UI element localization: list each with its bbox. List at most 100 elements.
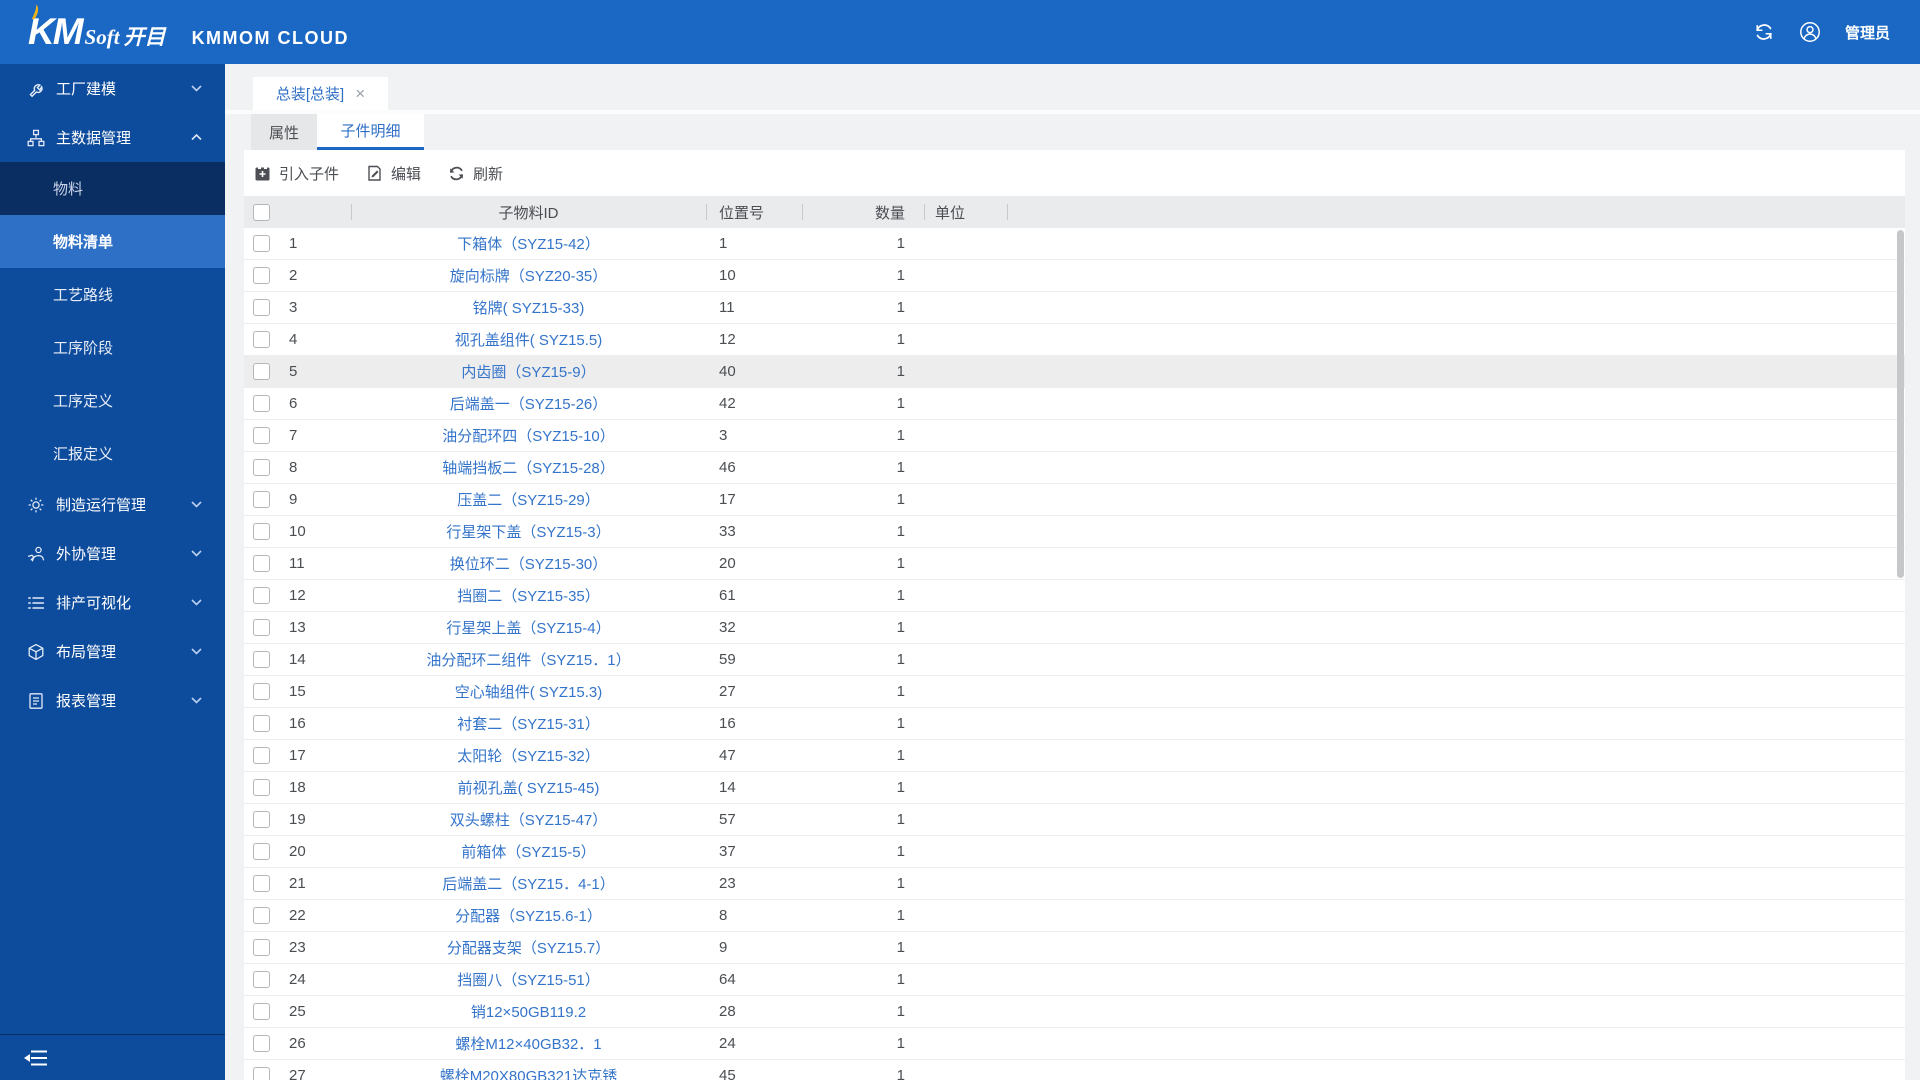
row-checkbox[interactable] (253, 267, 270, 284)
child-item-link[interactable]: 分配器支架（SYZ15.7） (447, 937, 610, 958)
position-number: 12 (719, 331, 736, 348)
child-item-link[interactable]: 螺栓M12×40GB32．1 (455, 1033, 601, 1054)
child-item-link[interactable]: 衬套二（SYZ15-31） (457, 713, 600, 734)
child-item-link[interactable]: 后端盖二（SYZ15．4-1） (442, 873, 615, 894)
select-all-checkbox[interactable] (253, 203, 270, 221)
sidebar-item-layout-management[interactable]: 布局管理 (0, 627, 225, 676)
child-item-link[interactable]: 前箱体（SYZ15-5） (461, 841, 595, 862)
row-number: 11 (289, 555, 305, 572)
row-checkbox[interactable] (253, 491, 270, 508)
row-checkbox[interactable] (253, 939, 270, 956)
row-checkbox[interactable] (253, 587, 270, 604)
row-checkbox[interactable] (253, 363, 270, 380)
row-checkbox[interactable] (253, 1035, 270, 1052)
table-row: 27 螺栓M20X80GB321达克锈 45 1 (244, 1060, 1905, 1080)
row-checkbox[interactable] (253, 523, 270, 540)
row-checkbox[interactable] (253, 907, 270, 924)
row-checkbox[interactable] (253, 971, 270, 988)
tab-child-detail[interactable]: 子件明细 (317, 114, 424, 150)
child-item-link[interactable]: 油分配环二组件（SYZ15．1） (426, 649, 630, 670)
sidebar-subitem-operation-definition[interactable]: 工序定义 (0, 374, 225, 427)
row-checkbox[interactable] (253, 235, 270, 252)
row-checkbox[interactable] (253, 459, 270, 476)
sidebar-subitem-process-stage[interactable]: 工序阶段 (0, 321, 225, 374)
row-checkbox[interactable] (253, 1067, 270, 1080)
child-item-link[interactable]: 内齿圈（SYZ15-9） (461, 361, 595, 382)
close-icon[interactable]: × (355, 85, 365, 102)
child-item-link[interactable]: 螺栓M20X80GB321达克锈 (440, 1065, 618, 1080)
row-checkbox[interactable] (253, 875, 270, 892)
child-item-link[interactable]: 行星架下盖（SYZ15-3） (446, 521, 610, 542)
current-user-label[interactable]: 管理员 (1845, 22, 1890, 43)
child-item-link[interactable]: 视孔盖组件( SYZ15.5) (455, 329, 603, 350)
child-item-link[interactable]: 换位环二（SYZ15-30） (450, 553, 608, 574)
child-item-link[interactable]: 分配器（SYZ15.6-1） (455, 905, 602, 926)
sidebar-subitem-material-bom[interactable]: 物料清单 (0, 215, 225, 268)
sidebar-item-master-data[interactable]: 主数据管理 (0, 113, 225, 162)
child-item-link[interactable]: 挡圈二（SYZ15-35） (457, 585, 600, 606)
unit-value (924, 676, 1007, 707)
quantity-value: 1 (896, 779, 905, 796)
child-item-link[interactable]: 双头螺柱（SYZ15-47） (450, 809, 608, 830)
row-checkbox[interactable] (253, 555, 270, 572)
quantity-value: 1 (896, 1003, 905, 1020)
row-filler (1007, 964, 1905, 995)
row-checkbox[interactable] (253, 395, 270, 412)
row-checkbox[interactable] (253, 331, 270, 348)
scrollbar-thumb[interactable] (1897, 230, 1904, 578)
row-checkbox[interactable] (253, 427, 270, 444)
sidebar-item-factory-modeling[interactable]: 工厂建模 (0, 64, 225, 113)
child-item-link[interactable]: 挡圈八（SYZ15-51） (457, 969, 600, 990)
collapse-sidebar-icon[interactable] (24, 1048, 48, 1068)
child-item-link[interactable]: 油分配环四（SYZ15-10） (442, 425, 615, 446)
child-item-link[interactable]: 空心轴组件( SYZ15.3) (455, 681, 603, 702)
report-doc-icon (29, 692, 43, 709)
sidebar-subitem-report-definition[interactable]: 汇报定义 (0, 427, 225, 480)
child-item-link[interactable]: 压盖二（SYZ15-29） (457, 489, 600, 510)
refresh-button[interactable]: 刷新 (448, 163, 503, 184)
user-avatar-icon[interactable] (1799, 21, 1821, 43)
sidebar-item-manufacturing-ops[interactable]: 制造运行管理 (0, 480, 225, 529)
row-checkbox[interactable] (253, 779, 270, 796)
child-item-link[interactable]: 轴端挡板二（SYZ15-28） (442, 457, 615, 478)
sidebar-subitem-process-route[interactable]: 工艺路线 (0, 268, 225, 321)
document-tab-assembly[interactable]: 总装[总装] × (253, 77, 388, 110)
child-item-link[interactable]: 太阳轮（SYZ15-32） (457, 745, 600, 766)
import-child-button[interactable]: 引入子件 (254, 163, 339, 184)
child-item-link[interactable]: 前视孔盖( SYZ15-45) (458, 777, 600, 798)
unit-value (924, 260, 1007, 291)
sidebar-subitem-label: 物料 (53, 181, 84, 198)
row-number: 17 (289, 747, 306, 764)
child-item-link[interactable]: 下箱体（SYZ15-42） (457, 233, 600, 254)
row-number: 7 (289, 427, 298, 444)
tab-attributes[interactable]: 属性 (251, 114, 317, 150)
chevron-down-icon (191, 550, 202, 557)
quantity-value: 1 (896, 907, 905, 924)
child-item-link[interactable]: 行星架上盖（SYZ15-4） (446, 617, 610, 638)
row-checkbox[interactable] (253, 715, 270, 732)
edit-button[interactable]: 编辑 (366, 163, 421, 184)
row-filler (1007, 772, 1905, 803)
row-checkbox[interactable] (253, 843, 270, 860)
child-item-link[interactable]: 铭牌( SYZ15-33) (473, 297, 585, 318)
table-row: 10 行星架下盖（SYZ15-3） 33 1 (244, 516, 1905, 548)
row-checkbox[interactable] (253, 1003, 270, 1020)
row-number: 1 (289, 235, 298, 252)
document-tab-label: 总装[总装] (275, 86, 345, 103)
row-checkbox[interactable] (253, 619, 270, 636)
row-number: 25 (289, 1003, 306, 1020)
sidebar-item-scheduling-visualization[interactable]: 排产可视化 (0, 578, 225, 627)
row-checkbox[interactable] (253, 747, 270, 764)
child-item-link[interactable]: 销12×50GB119.2 (471, 1001, 586, 1022)
child-item-link[interactable]: 旋向标牌（SYZ20-35） (450, 265, 608, 286)
row-checkbox[interactable] (253, 299, 270, 316)
quantity-value: 1 (896, 267, 905, 284)
sidebar-item-report-management[interactable]: 报表管理 (0, 676, 225, 725)
row-checkbox[interactable] (253, 651, 270, 668)
row-checkbox[interactable] (253, 683, 270, 700)
sidebar-item-outsourcing[interactable]: 外协管理 (0, 529, 225, 578)
row-checkbox[interactable] (253, 811, 270, 828)
child-item-link[interactable]: 后端盖一（SYZ15-26） (450, 393, 608, 414)
refresh-icon[interactable] (1753, 21, 1775, 43)
sidebar-subitem-material[interactable]: 物料 (0, 162, 225, 215)
